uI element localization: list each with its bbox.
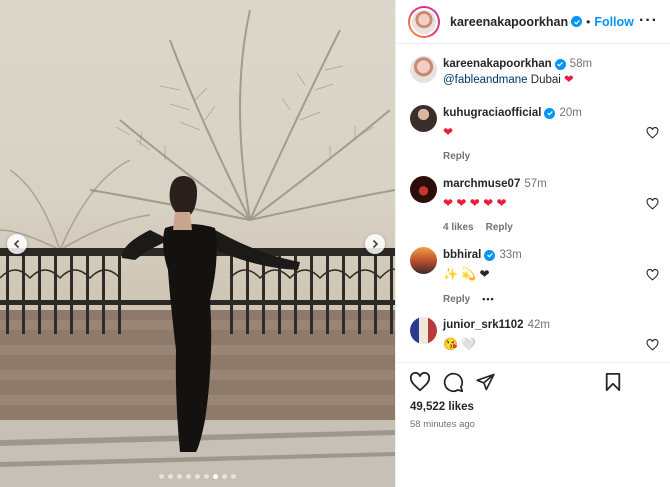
like-comment-heart-icon[interactable] <box>646 339 659 351</box>
comment-more-options-icon[interactable]: ••• <box>482 294 494 304</box>
commenter-avatar[interactable] <box>410 176 437 203</box>
carousel-dot <box>177 474 182 479</box>
more-options-icon[interactable]: ··· <box>639 13 658 29</box>
commenter-avatar[interactable] <box>410 105 437 132</box>
reply-button[interactable]: Reply <box>443 294 470 305</box>
carousel-dot <box>213 474 218 479</box>
comment-likes-count[interactable]: 4 likes <box>443 222 474 233</box>
heart-emoji: ❤ <box>564 74 574 86</box>
carousel-dot <box>204 474 209 479</box>
post-photo[interactable] <box>0 0 395 487</box>
separator-dot: • <box>586 14 591 29</box>
comment-username[interactable]: junior_srk1102 <box>443 319 524 331</box>
reply-button[interactable]: Reply <box>486 222 513 233</box>
comment-bubble-icon[interactable] <box>443 372 464 393</box>
share-paper-plane-icon[interactable] <box>475 372 496 392</box>
comment-time[interactable]: 20m <box>559 107 581 119</box>
comment-time[interactable]: 33m <box>499 249 521 261</box>
carousel-dot <box>222 474 227 479</box>
save-bookmark-icon[interactable] <box>604 372 622 392</box>
like-comment-heart-icon[interactable] <box>646 269 659 281</box>
comment-username[interactable]: marchmuse07 <box>443 178 520 190</box>
verified-badge-icon <box>571 16 583 27</box>
caption-time[interactable]: 58m <box>570 58 592 70</box>
follow-button[interactable]: Follow <box>594 15 634 29</box>
divider <box>396 362 670 363</box>
comment-time[interactable]: 57m <box>524 178 546 190</box>
commenter-avatar[interactable] <box>410 317 437 344</box>
caption-mention[interactable]: @fableandmane <box>443 74 528 86</box>
commenter-avatar[interactable] <box>410 247 437 274</box>
likes-count[interactable]: 49,522 likes <box>410 401 474 413</box>
like-comment-heart-icon[interactable] <box>646 198 659 210</box>
post-details-panel: kareenakapoorkhan • Follow ··· kareenaka… <box>395 0 670 487</box>
carousel-dot <box>168 474 173 479</box>
like-comment-heart-icon[interactable] <box>646 127 659 139</box>
post-header: kareenakapoorkhan • Follow ··· <box>396 0 670 44</box>
comment-text: ❤ ❤ ❤ ❤ ❤ <box>443 196 507 210</box>
post-image-scene <box>0 9 395 487</box>
chevron-left-icon <box>13 239 20 249</box>
caption-text: Dubai <box>527 74 565 86</box>
chevron-right-icon <box>372 239 379 249</box>
carousel-dot <box>231 474 236 479</box>
comment-text: ✨ 💫 ❤ <box>443 267 490 281</box>
verified-badge-icon <box>554 58 566 70</box>
reply-button[interactable]: Reply <box>443 151 470 162</box>
caption-avatar[interactable] <box>410 56 437 83</box>
carousel-dot <box>159 474 164 479</box>
comment-username[interactable]: bbhiral <box>443 249 481 261</box>
verified-badge-icon <box>484 249 496 261</box>
carousel-dot <box>186 474 191 479</box>
carousel-indicator <box>0 474 395 479</box>
post-timestamp[interactable]: 58 minutes ago <box>410 419 475 430</box>
like-heart-icon[interactable] <box>409 372 431 392</box>
author-avatar[interactable] <box>408 5 440 38</box>
previous-photo-button[interactable] <box>7 234 27 254</box>
next-photo-button[interactable] <box>365 234 385 254</box>
author-username[interactable]: kareenakapoorkhan <box>450 15 568 29</box>
comment-username[interactable]: kuhugraciaofficial <box>443 107 541 119</box>
comment-text: 😘 🤍 <box>443 337 477 351</box>
carousel-dot <box>195 474 200 479</box>
verified-badge-icon <box>544 107 556 119</box>
comment-time[interactable]: 42m <box>528 319 550 331</box>
caption-username[interactable]: kareenakapoorkhan <box>443 58 552 70</box>
comment-text: ❤ <box>443 125 454 139</box>
post-actions-bar <box>409 372 659 394</box>
